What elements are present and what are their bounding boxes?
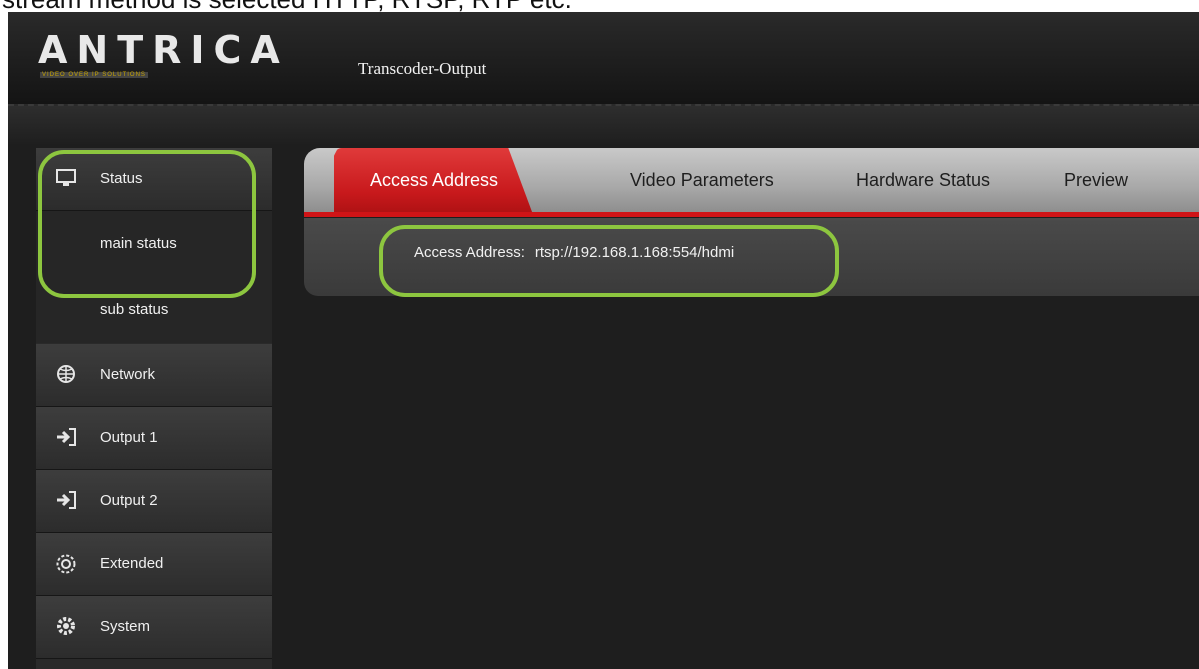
output-icon: [54, 490, 78, 512]
sidebar-item-output-2[interactable]: Output 2: [36, 470, 272, 533]
globe-icon: [54, 364, 78, 386]
tab-preview[interactable]: Preview: [1064, 148, 1128, 212]
antrica-logo: ANTRICA VIDEO OVER IP SOLUTIONS: [38, 30, 308, 86]
sidebar: Status main status sub status Network Ou…: [36, 148, 272, 669]
sidebar-subitem-label: main status: [100, 235, 177, 252]
sidebar-item-label: Output 1: [100, 429, 158, 446]
tab-video-parameters[interactable]: Video Parameters: [630, 148, 774, 212]
header: ANTRICA VIDEO OVER IP SOLUTIONS Transcod…: [8, 12, 1199, 106]
logo-text: ANTRICA: [38, 28, 289, 72]
gear-icon: [54, 616, 78, 638]
caption-text: stream method is selected HTTP, RTSP, RT…: [2, 0, 1197, 12]
tab-hardware-status[interactable]: Hardware Status: [856, 148, 990, 212]
content-area: Status main status sub status Network Ou…: [8, 106, 1199, 669]
sidebar-item-label: Extended: [100, 555, 164, 572]
logo-tagline: VIDEO OVER IP SOLUTIONS: [40, 72, 148, 78]
sidebar-item-label: System: [100, 618, 151, 635]
tab-access-address[interactable]: Access Address: [334, 148, 533, 212]
sidebar-item-label: Network: [100, 366, 156, 383]
sidebar-item-system[interactable]: System: [36, 596, 272, 659]
sidebar-item-status[interactable]: Status: [36, 148, 272, 211]
access-address-panel: Access Address: rtsp://192.168.1.168:554/…: [304, 218, 1199, 296]
app-window: ANTRICA VIDEO OVER IP SOLUTIONS Transcod…: [8, 12, 1199, 669]
sidebar-subitem-sub-status[interactable]: sub status: [36, 277, 272, 343]
tab-bar: Access Address Video Parameters Hardware…: [304, 148, 1199, 217]
access-address-value: rtsp://192.168.1.168:554/hdmi: [534, 244, 735, 261]
sidebar-subitem-main-status[interactable]: main status: [36, 211, 272, 277]
output-icon: [54, 427, 78, 449]
sidebar-item-extended[interactable]: Extended: [36, 533, 272, 596]
sidebar-item-label: Status: [100, 170, 143, 187]
extended-gear-icon: [54, 553, 78, 575]
sidebar-subitem-label: sub status: [100, 301, 169, 318]
sidebar-item-output-1[interactable]: Output 1: [36, 407, 272, 470]
sidebar-item-network[interactable]: Network: [36, 344, 272, 407]
access-address-label: Access Address:: [414, 244, 525, 261]
page-title: Transcoder-Output: [358, 59, 487, 78]
monitor-icon: [54, 168, 78, 190]
access-address-row: Access Address: rtsp://192.168.1.168:554/…: [414, 244, 734, 261]
sidebar-item-label: Output 2: [100, 492, 158, 509]
